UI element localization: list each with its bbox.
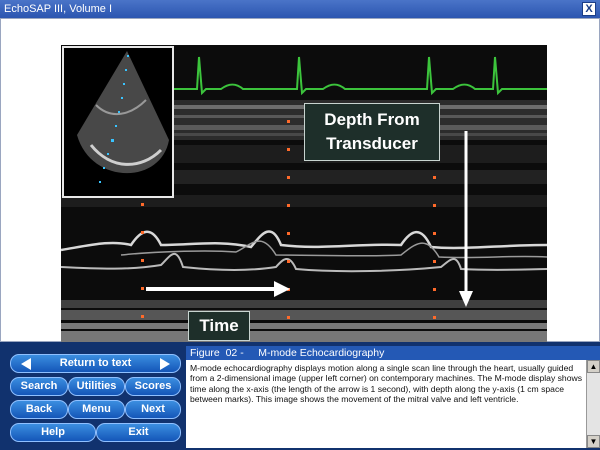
scroll-down-arrow-icon[interactable]: ▼: [587, 435, 600, 448]
caption-scrollbar[interactable]: ▲ ▼: [586, 360, 600, 448]
figure-caption-text: M-mode echocardiography displays motion …: [186, 360, 586, 448]
next-button[interactable]: Next: [125, 400, 181, 419]
time-label: Time: [188, 311, 250, 341]
utilities-button[interactable]: Utilities: [68, 377, 125, 396]
scores-button[interactable]: Scores: [125, 377, 181, 396]
depth-from-transducer-label: Depth From Transducer: [304, 103, 440, 161]
window-title: EchoSAP III, Volume I: [4, 3, 113, 15]
mmode-echo-image: Depth From Transducer Time: [61, 45, 547, 351]
figure-caption-heading: Figure 02 - M-mode Echocardiography: [186, 346, 600, 360]
right-arrow-icon: [160, 358, 170, 370]
menu-button[interactable]: Menu: [68, 400, 125, 419]
figure-area: Depth From Transducer Time: [0, 18, 600, 351]
navigation-panel: Return to text Search Utilities Scores B…: [10, 354, 183, 446]
scroll-up-arrow-icon[interactable]: ▲: [587, 360, 600, 373]
return-to-text-label: Return to text: [59, 357, 132, 369]
return-to-text-button[interactable]: Return to text: [10, 354, 181, 373]
left-arrow-icon: [21, 358, 31, 370]
help-button[interactable]: Help: [10, 423, 96, 442]
close-button[interactable]: X: [582, 2, 596, 16]
exit-button[interactable]: Exit: [96, 423, 181, 442]
mmode-echo-graphic: [61, 45, 547, 351]
search-button[interactable]: Search: [10, 377, 68, 396]
back-button[interactable]: Back: [10, 400, 68, 419]
window-titlebar: EchoSAP III, Volume I X: [0, 0, 600, 18]
